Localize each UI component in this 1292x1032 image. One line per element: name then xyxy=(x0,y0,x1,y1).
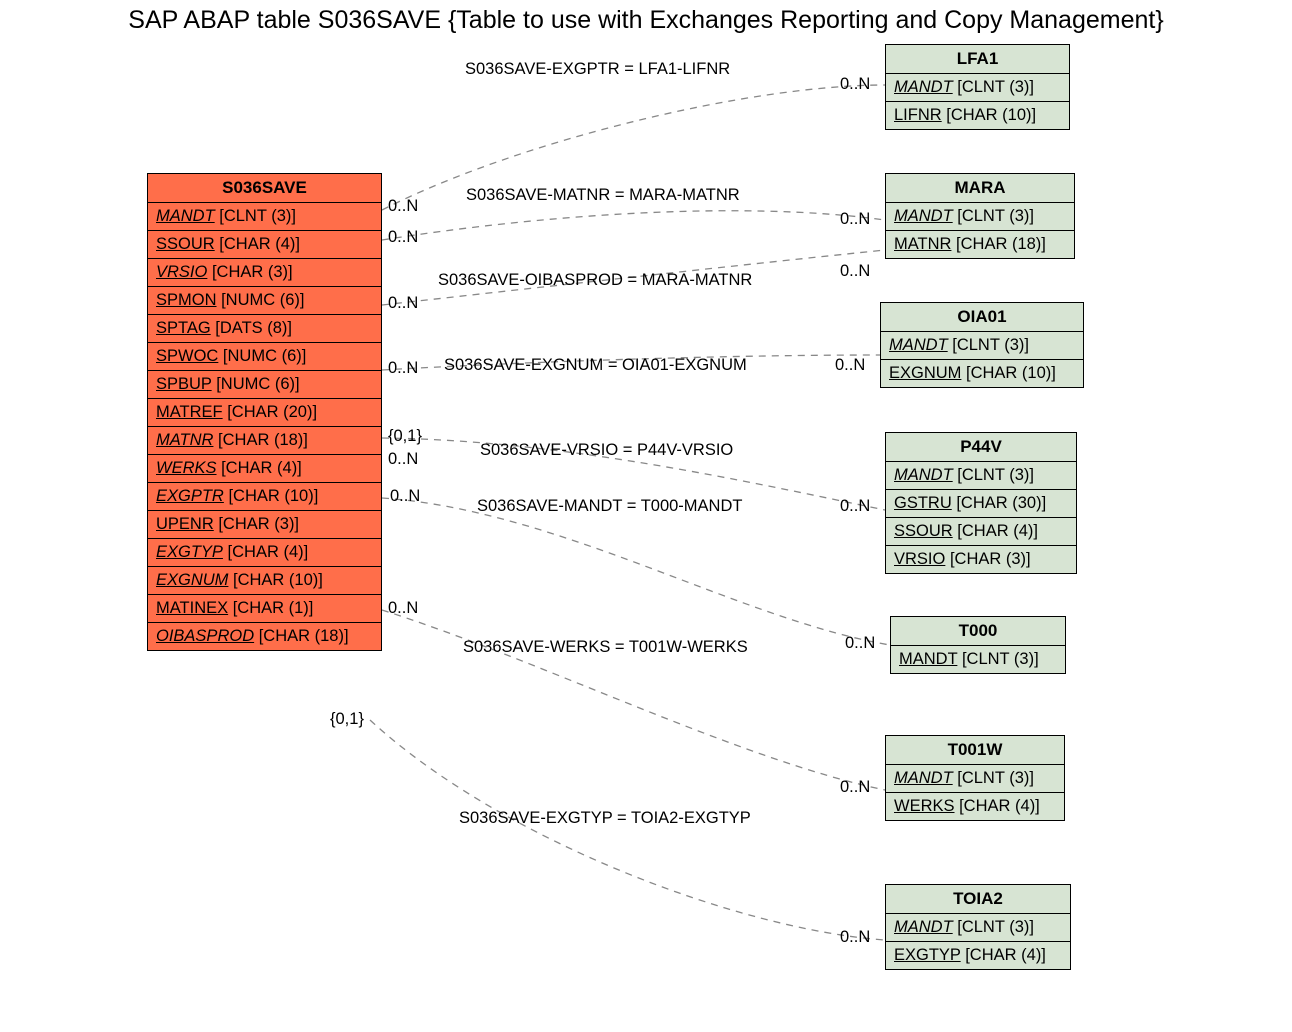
cardinality-right: 0..N xyxy=(835,356,865,375)
entity-field: EXGTYP [CHAR (4)] xyxy=(886,942,1070,969)
cardinality-right: 0..N xyxy=(840,778,870,797)
entity-field: EXGNUM [CHAR (10)] xyxy=(881,360,1083,387)
edge-label: S036SAVE-WERKS = T001W-WERKS xyxy=(463,638,748,657)
entity-header: T001W xyxy=(886,736,1064,765)
entity-field: SSOUR [CHAR (4)] xyxy=(148,231,381,259)
entity-field: SPTAG [DATS (8)] xyxy=(148,315,381,343)
entity-header: LFA1 xyxy=(886,45,1069,74)
entity-field: MANDT [CLNT (3)] xyxy=(886,203,1074,231)
cardinality-right: 0..N xyxy=(840,75,870,94)
entity-field: WERKS [CHAR (4)] xyxy=(886,793,1064,820)
entity-field: MANDT [CLNT (3)] xyxy=(148,203,381,231)
entity-field: MATNR [CHAR (18)] xyxy=(148,427,381,455)
entity-toia2: TOIA2MANDT [CLNT (3)]EXGTYP [CHAR (4)] xyxy=(885,884,1071,970)
entity-field: EXGNUM [CHAR (10)] xyxy=(148,567,381,595)
edge-label: S036SAVE-EXGPTR = LFA1-LIFNR xyxy=(465,60,730,79)
entity-field: MANDT [CLNT (3)] xyxy=(886,914,1070,942)
entity-field: MATNR [CHAR (18)] xyxy=(886,231,1074,258)
entity-field: VRSIO [CHAR (3)] xyxy=(148,259,381,287)
cardinality-right: 0..N xyxy=(845,634,875,653)
entity-p44v: P44VMANDT [CLNT (3)]GSTRU [CHAR (30)]SSO… xyxy=(885,432,1077,574)
entity-header: P44V xyxy=(886,433,1076,462)
cardinality-left: 0..N xyxy=(388,294,418,313)
entity-header: S036SAVE xyxy=(148,174,381,203)
entity-field: MANDT [CLNT (3)] xyxy=(886,765,1064,793)
entity-header: T000 xyxy=(891,617,1065,646)
entity-mara: MARAMANDT [CLNT (3)]MATNR [CHAR (18)] xyxy=(885,173,1075,259)
entity-field: MATREF [CHAR (20)] xyxy=(148,399,381,427)
entity-field: UPENR [CHAR (3)] xyxy=(148,511,381,539)
edge-label: S036SAVE-EXGTYP = TOIA2-EXGTYP xyxy=(459,809,751,828)
entity-header: TOIA2 xyxy=(886,885,1070,914)
cardinality-right: 0..N xyxy=(840,210,870,229)
entity-field: SSOUR [CHAR (4)] xyxy=(886,518,1076,546)
entity-header: OIA01 xyxy=(881,303,1083,332)
cardinality-left: {0,1} xyxy=(388,427,422,446)
entity-field: OIBASPROD [CHAR (18)] xyxy=(148,623,381,650)
cardinality-right: 0..N xyxy=(840,262,870,281)
cardinality-left: 0..N xyxy=(390,487,420,506)
entity-field: MATINEX [CHAR (1)] xyxy=(148,595,381,623)
entity-oia01: OIA01MANDT [CLNT (3)]EXGNUM [CHAR (10)] xyxy=(880,302,1084,388)
entity-field: SPWOC [NUMC (6)] xyxy=(148,343,381,371)
edge-label: S036SAVE-VRSIO = P44V-VRSIO xyxy=(480,441,733,460)
cardinality-left: {0,1} xyxy=(330,710,364,729)
cardinality-left: 0..N xyxy=(388,197,418,216)
entity-field: MANDT [CLNT (3)] xyxy=(881,332,1083,360)
er-diagram: SAP ABAP table S036SAVE {Table to use wi… xyxy=(0,0,1292,1032)
entity-field: LIFNR [CHAR (10)] xyxy=(886,102,1069,129)
entity-field: MANDT [CLNT (3)] xyxy=(886,74,1069,102)
entity-field: EXGPTR [CHAR (10)] xyxy=(148,483,381,511)
entity-field: MANDT [CLNT (3)] xyxy=(886,462,1076,490)
entity-header: MARA xyxy=(886,174,1074,203)
cardinality-left: 0..N xyxy=(388,599,418,618)
edge-label: S036SAVE-MANDT = T000-MANDT xyxy=(477,497,742,516)
cardinality-right: 0..N xyxy=(840,928,870,947)
edge-label: S036SAVE-OIBASPROD = MARA-MATNR xyxy=(438,271,752,290)
entity-lfa1: LFA1MANDT [CLNT (3)]LIFNR [CHAR (10)] xyxy=(885,44,1070,130)
edge-label: S036SAVE-EXGNUM = OIA01-EXGNUM xyxy=(444,356,747,375)
entity-field: GSTRU [CHAR (30)] xyxy=(886,490,1076,518)
entity-t000: T000MANDT [CLNT (3)] xyxy=(890,616,1066,674)
entity-field: EXGTYP [CHAR (4)] xyxy=(148,539,381,567)
entity-field: VRSIO [CHAR (3)] xyxy=(886,546,1076,573)
cardinality-right: 0..N xyxy=(840,497,870,516)
entity-field: WERKS [CHAR (4)] xyxy=(148,455,381,483)
entity-field: SPBUP [NUMC (6)] xyxy=(148,371,381,399)
entity-s036save: S036SAVE MANDT [CLNT (3)]SSOUR [CHAR (4)… xyxy=(147,173,382,651)
cardinality-left: 0..N xyxy=(388,450,418,469)
edge-label: S036SAVE-MATNR = MARA-MATNR xyxy=(466,186,740,205)
cardinality-left: 0..N xyxy=(388,359,418,378)
entity-t001w: T001WMANDT [CLNT (3)]WERKS [CHAR (4)] xyxy=(885,735,1065,821)
page-title: SAP ABAP table S036SAVE {Table to use wi… xyxy=(0,6,1292,35)
entity-field: MANDT [CLNT (3)] xyxy=(891,646,1065,673)
entity-field: SPMON [NUMC (6)] xyxy=(148,287,381,315)
cardinality-left: 0..N xyxy=(388,228,418,247)
